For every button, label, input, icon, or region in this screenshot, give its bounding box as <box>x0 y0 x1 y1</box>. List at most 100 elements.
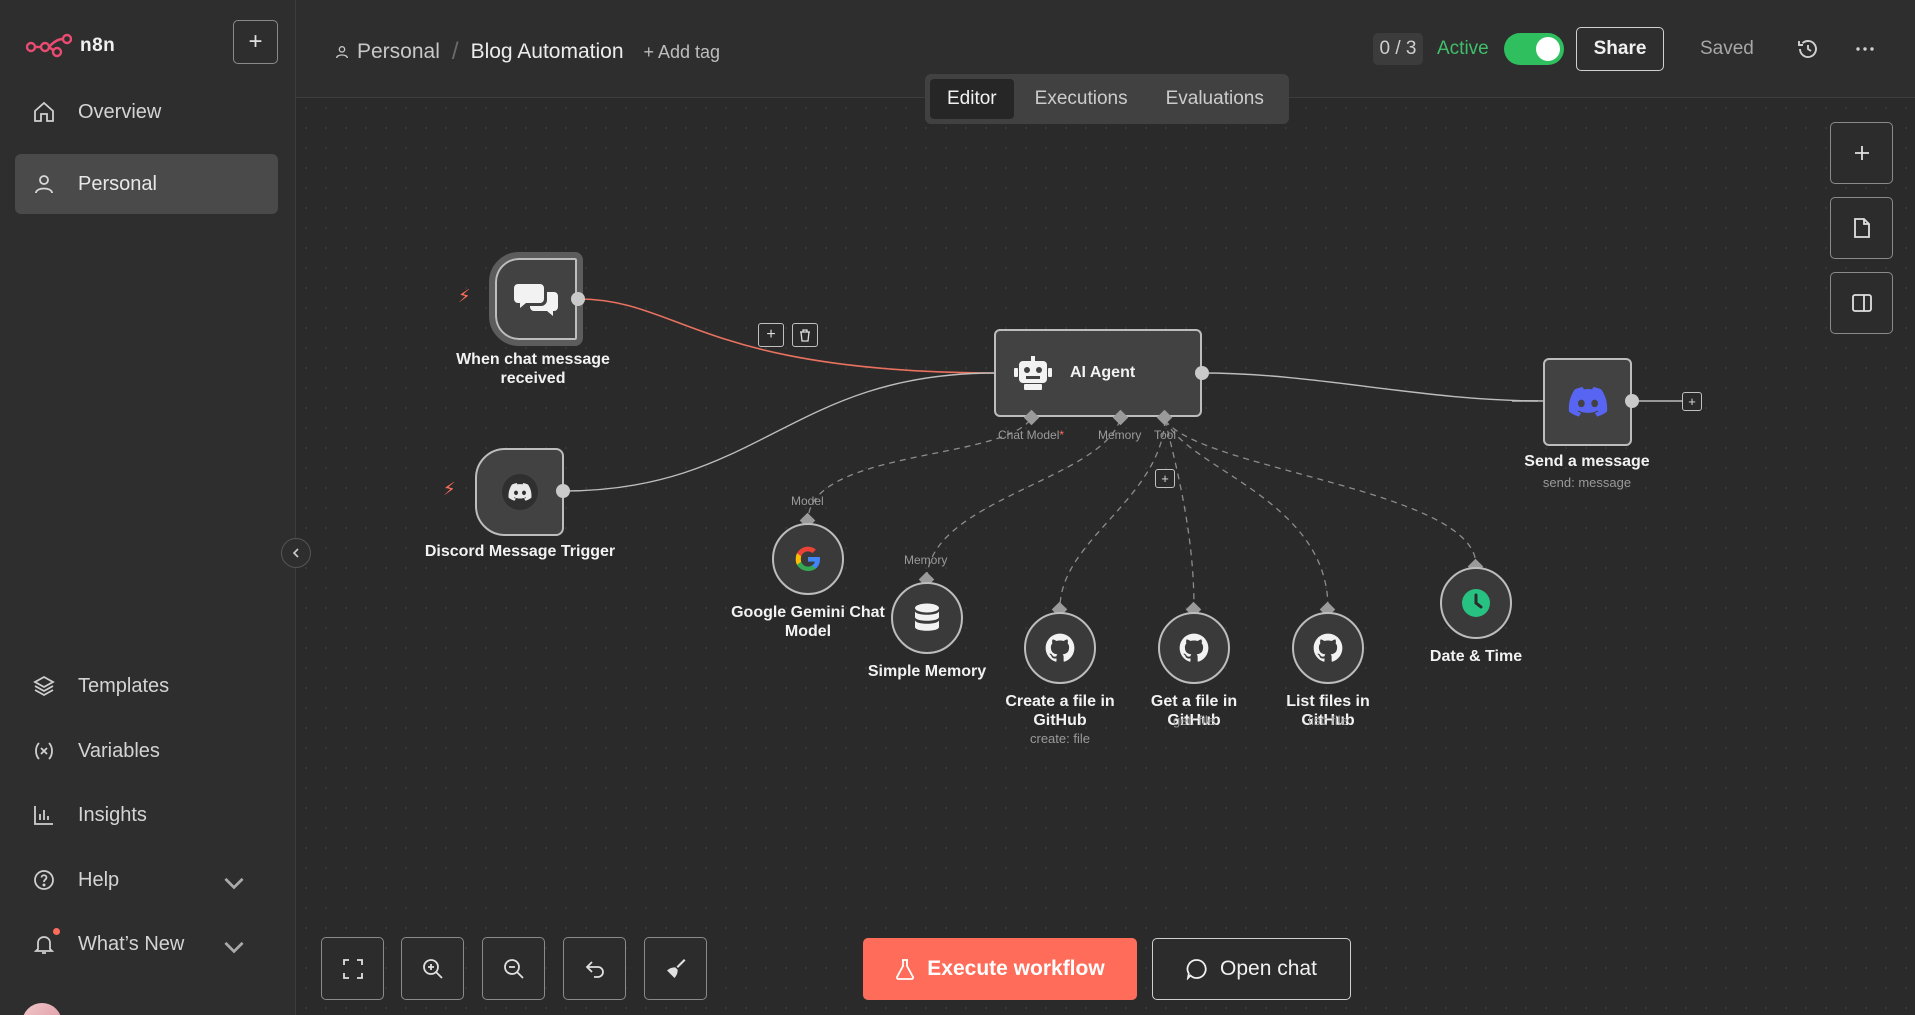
variables-icon <box>35 742 53 760</box>
view-tabs: Editor Executions Evaluations <box>925 74 1289 124</box>
sidebar-item-label: What’s New <box>78 932 185 955</box>
breadcrumb: Personal / Blog Automation + Add tag <box>334 38 720 66</box>
node-discord-trigger[interactable] <box>475 448 564 536</box>
node-simple-memory[interactable] <box>891 582 963 654</box>
flask-icon <box>896 959 915 980</box>
node-label: Create a file in GitHub <box>1005 693 1115 729</box>
github-icon <box>1179 633 1209 662</box>
sidebar-item-overview[interactable]: Overview <box>15 82 278 142</box>
trash-icon <box>800 328 810 342</box>
clock-icon <box>1462 589 1490 617</box>
node-chat-trigger[interactable] <box>489 252 583 346</box>
node-ai-agent[interactable]: AI Agent <box>994 329 1202 417</box>
user-icon <box>336 46 348 59</box>
create-button[interactable]: + <box>233 20 278 64</box>
add-node-on-connection-button[interactable]: + <box>758 323 784 347</box>
node-send-message[interactable] <box>1543 358 1632 446</box>
open-chat-button[interactable]: Open chat <box>1152 938 1351 1000</box>
trigger-bolt-icon: ⚡ <box>443 479 456 499</box>
n8n-logo-icon <box>26 33 72 58</box>
active-toggle[interactable] <box>1504 33 1564 65</box>
github-icon <box>1045 633 1075 662</box>
help-icon <box>34 870 54 890</box>
tab-executions[interactable]: Executions <box>1018 79 1145 119</box>
avatar[interactable] <box>22 1003 62 1015</box>
node-date-time[interactable] <box>1440 567 1512 639</box>
sidebar-item-label: Overview <box>78 100 162 123</box>
active-status-label: Active <box>1437 38 1489 59</box>
output-handle[interactable] <box>1195 366 1209 380</box>
google-icon <box>795 546 820 571</box>
output-handle[interactable] <box>571 292 585 306</box>
tidy-up-button[interactable] <box>644 937 707 1000</box>
sidebar-item-whats-new[interactable]: What’s New <box>15 914 278 974</box>
home-icon <box>34 101 54 122</box>
panel-icon <box>1851 294 1872 312</box>
notification-dot <box>53 928 60 935</box>
user-icon <box>35 175 53 194</box>
discord-icon <box>501 474 538 510</box>
node-label: Send a message <box>1524 453 1650 470</box>
output-handle[interactable] <box>556 484 570 498</box>
insights-icon <box>34 806 53 825</box>
add-tool-button[interactable]: + <box>1155 469 1175 488</box>
delete-connection-button[interactable] <box>792 323 818 347</box>
n8n-logo[interactable]: n8n <box>26 30 115 62</box>
port-label-chat-model: Chat Model* <box>998 428 1065 442</box>
sidebar-item-label: Help <box>78 868 120 891</box>
breadcrumb-project[interactable]: Personal <box>334 40 440 64</box>
robot-icon <box>1014 356 1052 390</box>
node-subtitle: list: file <box>1308 713 1348 728</box>
add-node-button[interactable] <box>1830 122 1893 184</box>
toggle-panel-button[interactable] <box>1830 272 1893 334</box>
add-sticky-note-button[interactable] <box>1830 197 1893 259</box>
port-label-memory: Memory <box>904 553 948 567</box>
node-github-list[interactable] <box>1292 612 1364 684</box>
tab-evaluations[interactable]: Evaluations <box>1149 79 1281 119</box>
output-handle[interactable] <box>1625 394 1639 408</box>
chat-bubble-icon <box>1186 959 1207 980</box>
plus-icon: + <box>248 28 263 55</box>
zoom-out-button[interactable] <box>482 937 545 1000</box>
sidebar-item-help[interactable]: Help <box>15 850 278 910</box>
execute-workflow-button[interactable]: Execute workflow <box>863 938 1137 1000</box>
sidebar-item-label: Personal <box>78 172 157 195</box>
bell-icon <box>33 936 55 954</box>
sidebar-item-insights[interactable]: Insights <box>15 785 278 845</box>
database-icon <box>915 603 939 631</box>
add-next-node-button[interactable]: + <box>1682 392 1702 411</box>
node-label: Discord Message Trigger <box>424 543 616 560</box>
node-subtitle: get: file <box>1173 713 1215 728</box>
chevron-down-icon <box>224 941 244 954</box>
node-subtitle: send: message <box>1542 475 1632 490</box>
node-github-create[interactable] <box>1024 612 1096 684</box>
discord-icon <box>1568 387 1607 417</box>
more-options-icon[interactable] <box>1853 37 1877 61</box>
zoom-in-button[interactable] <box>401 937 464 1000</box>
share-button[interactable]: Share <box>1576 27 1664 71</box>
templates-icon <box>33 675 55 697</box>
port-label-model: Model <box>791 494 824 508</box>
node-gemini-model[interactable] <box>772 523 844 595</box>
node-title: AI Agent <box>1070 364 1136 381</box>
sidebar-item-templates[interactable]: Templates <box>15 656 278 716</box>
node-subtitle: create: file <box>1030 731 1090 746</box>
node-github-get[interactable] <box>1158 612 1230 684</box>
sidebar-item-personal[interactable]: Personal <box>15 154 278 214</box>
tab-editor[interactable]: Editor <box>930 79 1014 119</box>
fit-view-button[interactable] <box>321 937 384 1000</box>
plus-icon <box>1854 146 1869 160</box>
sidebar: n8n + Overview Personal Templates Variab… <box>0 0 296 1015</box>
add-tag-button[interactable]: + Add tag <box>644 42 721 63</box>
zoom-out-icon <box>503 958 524 979</box>
reset-zoom-button[interactable] <box>563 937 626 1000</box>
node-label: Simple Memory <box>867 663 987 680</box>
sidebar-item-variables[interactable]: Variables <box>15 721 278 781</box>
collapse-sidebar-button[interactable] <box>281 538 311 568</box>
sidebar-item-label: Insights <box>78 803 147 826</box>
history-icon[interactable] <box>1796 37 1820 61</box>
broom-icon <box>666 958 685 978</box>
workflow-title[interactable]: Blog Automation <box>471 40 624 64</box>
node-label: When chat message received <box>456 351 610 387</box>
port-label-memory: Memory <box>1098 428 1142 442</box>
